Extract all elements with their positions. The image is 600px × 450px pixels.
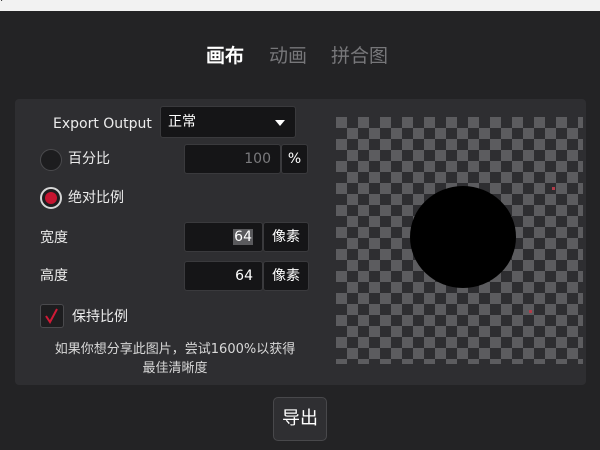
width-value: 64 (233, 229, 253, 245)
absolute-label: 绝对比例 (68, 190, 124, 206)
height-label: 高度 (40, 268, 68, 284)
export-output-select[interactable]: 正常 (160, 106, 296, 138)
preview-pixel-dot (529, 310, 532, 313)
share-hint-line1: 如果你想分享此图片，尝试1600%以获得 (54, 342, 296, 357)
tab-spritesheet[interactable]: 拼合图 (331, 44, 388, 68)
width-label: 宽度 (40, 230, 68, 246)
height-unit: 像素 (263, 261, 309, 291)
percent-unit: % (281, 144, 308, 174)
share-hint-line2: 最佳清晰度 (142, 361, 208, 376)
percent-label: 百分比 (68, 151, 110, 167)
keep-ratio-label: 保持比例 (72, 309, 128, 325)
mode-tabs: 画布 动画 拼合图 (0, 44, 600, 70)
window-title-bar: · (0, 0, 600, 11)
width-unit: 像素 (263, 222, 309, 252)
width-input[interactable]: 64 (184, 222, 263, 252)
tab-canvas[interactable]: 画布 (206, 44, 244, 68)
percent-radio[interactable] (40, 149, 62, 171)
percent-input[interactable]: 100 (184, 144, 281, 174)
export-button[interactable]: 导出 (273, 397, 327, 441)
export-output-label: Export Output (53, 116, 152, 132)
preview-sprite (410, 186, 516, 288)
keep-ratio-checkbox[interactable] (40, 304, 64, 328)
tab-animation[interactable]: 动画 (269, 44, 307, 68)
height-input[interactable]: 64 (184, 261, 263, 291)
absolute-radio[interactable] (40, 187, 62, 209)
chevron-down-icon (275, 120, 285, 126)
window-corner-glyph: · (0, 0, 4, 7)
export-output-value: 正常 (168, 114, 196, 130)
share-hint: 如果你想分享此图片，尝试1600%以获得 最佳清晰度 (20, 340, 330, 378)
image-preview (336, 117, 583, 364)
preview-pixel-dot (552, 187, 555, 190)
checkmark-icon (45, 308, 58, 324)
